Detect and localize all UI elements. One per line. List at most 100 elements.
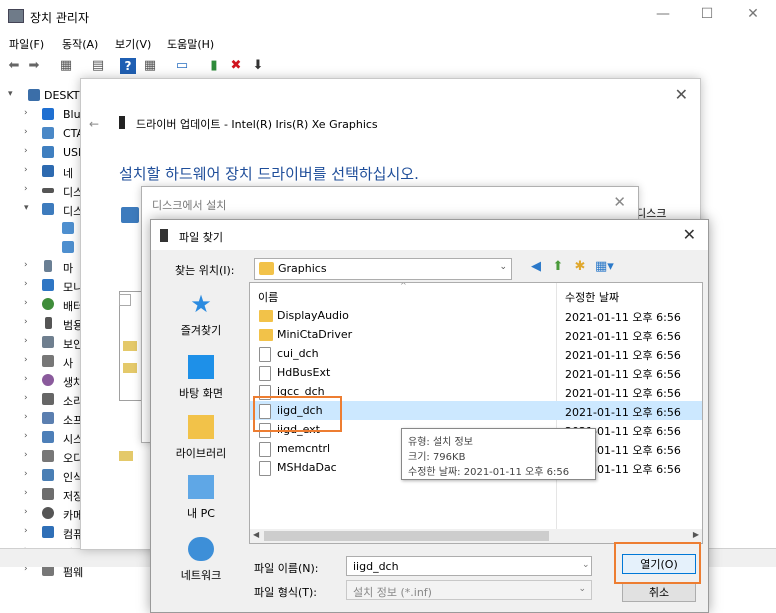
chevron-down-icon[interactable]: ▾ [8,89,13,99]
chevron-right-icon[interactable]: › [24,412,28,422]
maximize-icon[interactable]: ☐ [692,6,722,22]
tree-item[interactable] [0,219,80,238]
up-folder-icon[interactable]: ⬆ [549,258,567,276]
chevron-right-icon[interactable]: › [24,279,28,289]
close-icon[interactable]: ✕ [683,225,696,244]
chevron-right-icon[interactable]: › [24,393,28,403]
menu-action[interactable]: 동작(A) [62,36,98,52]
column-header-name[interactable]: 이름 [258,289,278,305]
forward-arrow-icon[interactable]: ➡ [26,58,42,74]
place-network[interactable]: 네트워크 [157,537,245,593]
tree-item[interactable]: › 오디 [0,447,83,466]
tree-item[interactable]: › 생차 [0,371,83,390]
chevron-right-icon[interactable]: › [24,507,28,517]
chevron-right-icon[interactable]: › [24,526,28,536]
scrollbar-thumb[interactable] [264,531,549,541]
place-desktop[interactable]: 바탕 화면 [157,355,245,411]
details-icon[interactable]: ▤ [90,58,106,74]
scroll-left-icon[interactable]: ◀ [253,530,259,539]
tree-item[interactable]: › 범용 [0,314,83,333]
tree-item[interactable]: › 시스 [0,428,83,447]
chevron-right-icon[interactable]: › [24,108,28,118]
tree-item[interactable]: › 네 [0,162,80,181]
chevron-down-icon[interactable]: ▾ [24,203,29,213]
place-favorites[interactable]: ★ 즐겨찾기 [157,292,245,348]
tree-item[interactable]: ▾ 디스 [0,200,83,219]
new-folder-icon[interactable]: ✱ [571,258,589,276]
horizontal-scrollbar[interactable]: ◀ ▶ [250,529,702,543]
chevron-right-icon[interactable]: › [24,431,28,441]
file-row[interactable]: igcc_dch 2021-01-11 오후 6:56 [250,382,702,401]
back-arrow-icon[interactable]: ◀ [527,258,545,276]
close-icon[interactable]: ✕ [738,6,768,22]
chevron-right-icon[interactable]: › [24,260,28,270]
chevron-right-icon[interactable]: › [24,469,28,479]
tree-item[interactable]: › USI [0,143,81,162]
tree-item[interactable]: › 소프 [0,409,83,428]
update-driver-icon[interactable]: ▮ [206,58,222,74]
chevron-right-icon[interactable]: › [24,317,28,327]
tree-item[interactable]: › CTA [0,124,84,143]
file-row[interactable]: cui_dch 2021-01-11 오후 6:56 [250,344,702,363]
view-menu-icon[interactable]: ▦▾ [595,258,614,276]
place-this-pc[interactable]: 내 PC [157,475,245,531]
tree-item[interactable]: › 보인 [0,333,83,352]
chevron-right-icon[interactable]: › [24,450,28,460]
scroll-right-icon[interactable]: ▶ [693,530,699,539]
tree-item[interactable]: › 인식 [0,466,83,485]
menu-file[interactable]: 파일(F) [9,36,44,52]
uninstall-icon[interactable]: ✖ [228,58,244,74]
tree-item[interactable]: › 사 [0,352,80,371]
properties-icon[interactable]: ▦ [58,58,74,74]
file-row[interactable]: HdBusExt 2021-01-11 오후 6:56 [250,363,702,382]
tooltip-size: 크기: 796KB [408,452,466,463]
tree-item[interactable]: › 소리 [0,390,83,409]
tree-item[interactable]: › 카메 [0,504,83,523]
menu-help[interactable]: 도움말(H) [167,36,214,52]
view-icon[interactable]: ▦ [142,58,158,74]
open-button[interactable]: 열기(O) [622,554,696,574]
chevron-right-icon[interactable]: › [24,146,28,156]
chevron-right-icon[interactable]: › [24,355,28,365]
tree-item[interactable]: › 저장 [0,485,83,504]
file-name: MSHdaDac [277,461,337,474]
tree-item[interactable]: › 컴퓨 [0,523,83,542]
file-row-selected[interactable]: iigd_dch 2021-01-11 오후 6:56 [250,401,702,420]
tree-item[interactable]: › 디스 [0,181,83,200]
file-row[interactable]: MiniCtaDriver 2021-01-11 오후 6:56 [250,325,702,344]
column-header-date[interactable]: 수정한 날짜 [565,289,619,305]
tree-item[interactable]: › 배터 [0,295,83,314]
filename-input[interactable] [346,556,592,576]
back-arrow-icon[interactable]: ← [89,117,99,131]
chevron-right-icon[interactable]: › [24,184,28,194]
tree-item[interactable]: › 마 [0,257,80,276]
cancel-button[interactable]: 취소 [622,582,696,602]
minimize-icon[interactable]: — [648,6,678,22]
scan-monitor-icon[interactable]: ▭ [174,58,190,74]
chevron-right-icon[interactable]: › [24,127,28,137]
checkbox[interactable] [119,294,131,306]
chevron-right-icon[interactable]: › [24,488,28,498]
place-libraries[interactable]: 라이브러리 [157,415,245,471]
menu-view[interactable]: 보기(V) [115,36,151,52]
tree-item[interactable]: › 모니 [0,276,83,295]
file-row[interactable]: DisplayAudio 2021-01-11 오후 6:56 [250,306,702,325]
tree-item[interactable] [0,238,80,257]
filetype-dropdown[interactable]: 설치 정보 (*.inf) ⌄ [346,580,592,600]
chevron-right-icon[interactable]: › [24,165,28,175]
look-in-dropdown[interactable]: Graphics ⌄ [254,258,512,280]
tree-item[interactable]: › Blu [0,105,81,124]
back-arrow-icon[interactable]: ⬅ [6,58,22,74]
close-icon[interactable]: ✕ [613,193,626,211]
security-device-icon [42,336,54,348]
tree-item-root[interactable]: ▾ DESKTO [0,86,88,105]
chevron-right-icon[interactable]: › [24,374,28,384]
chevron-right-icon[interactable]: › [24,336,28,346]
file-list[interactable]: ^ 이름 수정한 날짜 DisplayAudio 2021-01-11 오후 6:… [249,282,703,544]
chevron-right-icon[interactable]: › [24,298,28,308]
close-icon[interactable]: ✕ [675,85,688,104]
device-manager-titlebar: 장치 관리자 — ☐ ✕ [0,0,776,32]
help-icon[interactable]: ? [120,58,136,74]
download-icon[interactable]: ⬇ [250,58,266,74]
file-date: 2021-01-11 오후 6:56 [565,349,681,362]
